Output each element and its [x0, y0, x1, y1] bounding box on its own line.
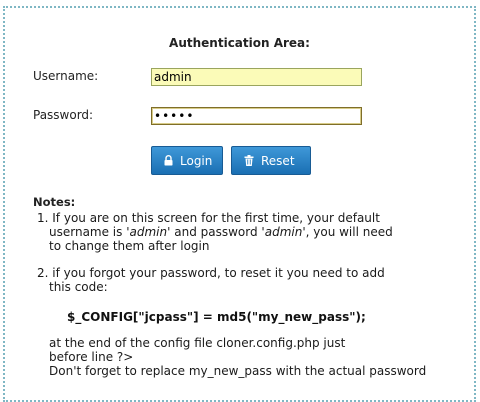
- lock-icon: [164, 155, 173, 166]
- password-input[interactable]: [151, 107, 362, 125]
- reset-button-label: Reset: [261, 153, 295, 168]
- login-button-label: Login: [180, 153, 213, 168]
- username-label: Username:: [33, 69, 99, 83]
- username-input[interactable]: [151, 68, 362, 86]
- password-label: Password:: [33, 108, 94, 122]
- trash-icon: [244, 155, 254, 166]
- note-item-1: 1. If you are on this screen for the fir…: [37, 211, 393, 253]
- auth-title: Authentication Area:: [169, 36, 310, 50]
- auth-panel: Authentication Area: Username: Password:…: [3, 6, 476, 402]
- reset-button[interactable]: Reset: [231, 146, 311, 175]
- reset-code-snippet: $_CONFIG["jcpass"] = md5("my_new_pass");: [67, 310, 366, 324]
- notes-heading: Notes:: [33, 195, 76, 209]
- note-instructions: at the end of the config file cloner.con…: [49, 336, 427, 378]
- login-button[interactable]: Login: [151, 146, 223, 175]
- note-item-2: 2. if you forgot your password, to reset…: [37, 266, 385, 294]
